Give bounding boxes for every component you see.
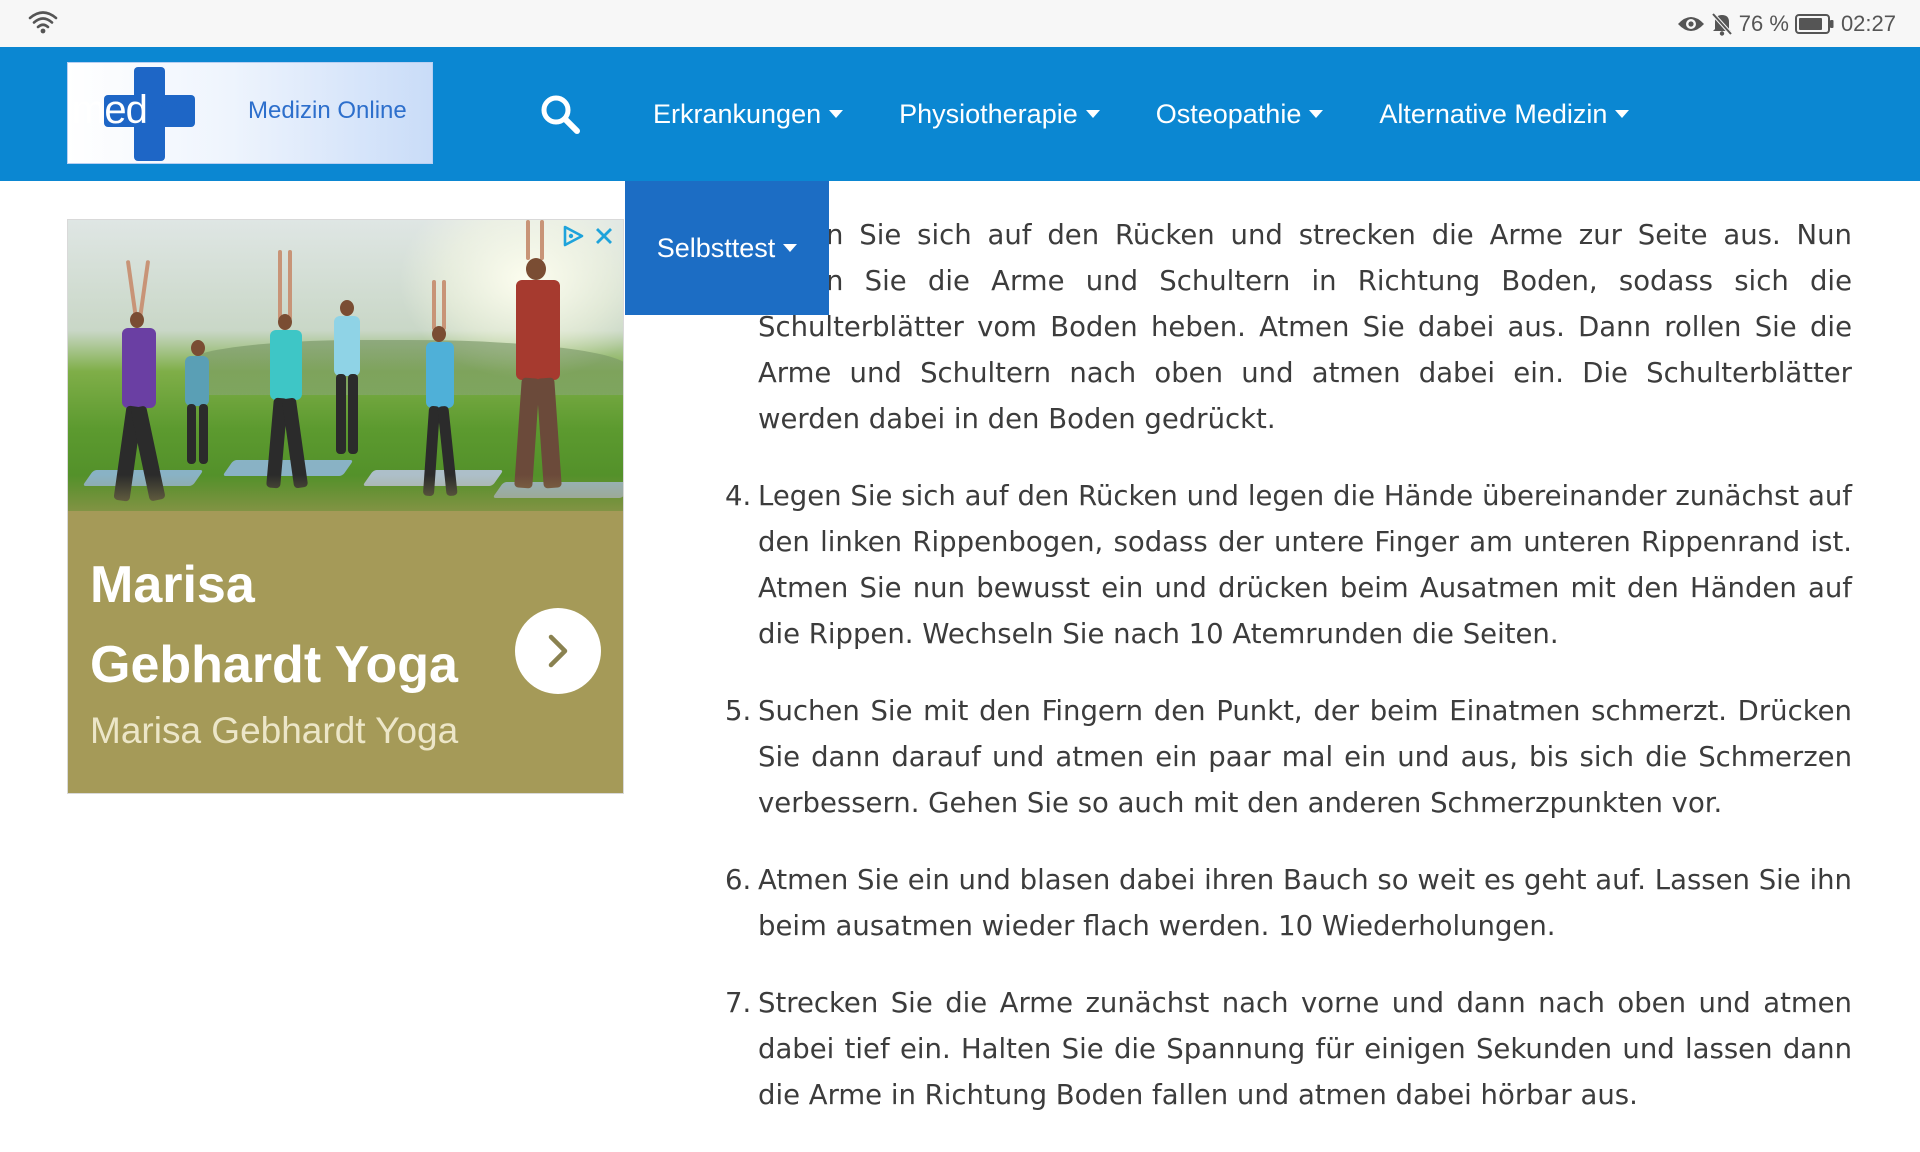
list-number: 6. — [725, 864, 752, 896]
intro-line: n Sie die Arme und Schultern in Richtung… — [826, 265, 1852, 297]
search-button[interactable] — [539, 93, 581, 135]
menu-item-erkrankungen[interactable]: Erkrankungen — [653, 98, 844, 130]
menu-item-label: Erkrankungen — [653, 98, 822, 129]
logo-word-b: on — [146, 88, 190, 132]
caret-down-icon — [783, 244, 798, 252]
wifi-icon — [28, 9, 58, 39]
logo-wordmark: medon — [72, 85, 190, 135]
list-number: 7. — [725, 987, 752, 1019]
ad-subtitle: Marisa Gebhardt Yoga — [90, 710, 459, 751]
menu-overflow-dropdown: Selbsttest — [625, 181, 829, 315]
menu-item-selbsttest[interactable]: Selbsttest — [657, 233, 798, 264]
list-item-text: Strecken Sie die Arme zunächst nach vorn… — [758, 987, 1852, 1111]
ad-controls — [561, 224, 615, 252]
list-number: 5. — [725, 695, 752, 727]
intro-line: Schulterblätter vom Boden heben. Atmen S… — [758, 311, 1852, 343]
ad-image — [68, 220, 623, 511]
list-item-text: Suchen Sie mit den Fingern den Punkt, de… — [758, 695, 1852, 819]
caret-down-icon — [1615, 110, 1630, 118]
menu-item-label: Osteopathie — [1155, 98, 1302, 129]
logo-tagline: Medizin Online — [248, 97, 407, 124]
menu-item-physiotherapie[interactable]: Physiotherapie — [899, 99, 1100, 130]
intro-line: werden dabei in den Boden gedrückt. — [758, 403, 1276, 435]
article-body: n Sie sich auf den Rücken und strecken d… — [718, 212, 1852, 1149]
bell-muted-icon — [1711, 12, 1733, 36]
exercise-list: 4. Legen Sie sich auf den Rücken und leg… — [718, 473, 1852, 1118]
ad-title[interactable]: Marisa Gebhardt Yoga — [90, 545, 490, 705]
site-header: medon Medizin Online Erkrankungen Physio… — [0, 47, 1920, 181]
menu-item-label: Selbsttest — [656, 232, 776, 263]
site-logo[interactable]: medon Medizin Online — [67, 62, 433, 164]
intro-line: n Sie sich auf den Rücken und strecken d… — [826, 219, 1852, 251]
ad-image-fade — [68, 475, 623, 535]
step-3-continued: n Sie sich auf den Rücken und strecken d… — [718, 212, 1852, 442]
clock: 02:27 — [1840, 10, 1896, 36]
yoga-mat — [222, 460, 354, 476]
caret-down-icon — [829, 110, 844, 118]
menu-item-label: Alternative Medizin — [1379, 98, 1608, 129]
eye-icon — [1677, 14, 1705, 34]
list-item: 6. Atmen Sie ein und blasen dabei ihren … — [718, 857, 1852, 949]
list-item: 5. Suchen Sie mit den Fingern den Punkt,… — [718, 688, 1852, 826]
search-icon — [541, 95, 580, 134]
menu-item-label: Physiotherapie — [899, 98, 1078, 129]
list-item: 7. Strecken Sie die Arme zunächst nach v… — [718, 980, 1852, 1118]
caret-down-icon — [1085, 110, 1100, 118]
ad-open-button[interactable] — [515, 608, 601, 694]
main-menu: Erkrankungen Physiotherapie Osteopathie … — [653, 47, 1630, 181]
battery-icon — [1794, 13, 1835, 35]
list-item: 4. Legen Sie sich auf den Rücken und leg… — [718, 473, 1852, 657]
intro-line: Arme und Schultern nach oben und atmen d… — [758, 357, 1852, 389]
list-item-text: Legen Sie sich auf den Rücken und legen … — [758, 480, 1852, 650]
chevron-right-icon — [548, 634, 568, 668]
menu-item-osteopathie[interactable]: Osteopathie — [1156, 99, 1324, 130]
ad-choices-icon[interactable] — [561, 224, 585, 252]
status-bar: 76 % 02:27 — [0, 0, 1920, 47]
battery-level: 76 % — [1738, 10, 1789, 36]
list-number: 4. — [725, 480, 752, 512]
menu-item-alternative-medizin[interactable]: Alternative Medizin — [1379, 98, 1630, 130]
list-item-text: Atmen Sie ein und blasen dabei ihren Bau… — [758, 864, 1852, 942]
logo-word-a: med — [72, 88, 148, 132]
caret-down-icon — [1309, 110, 1324, 118]
close-icon[interactable] — [593, 225, 615, 251]
advertisement[interactable]: Marisa Gebhardt Yoga Marisa Gebhardt Yog… — [67, 219, 624, 794]
